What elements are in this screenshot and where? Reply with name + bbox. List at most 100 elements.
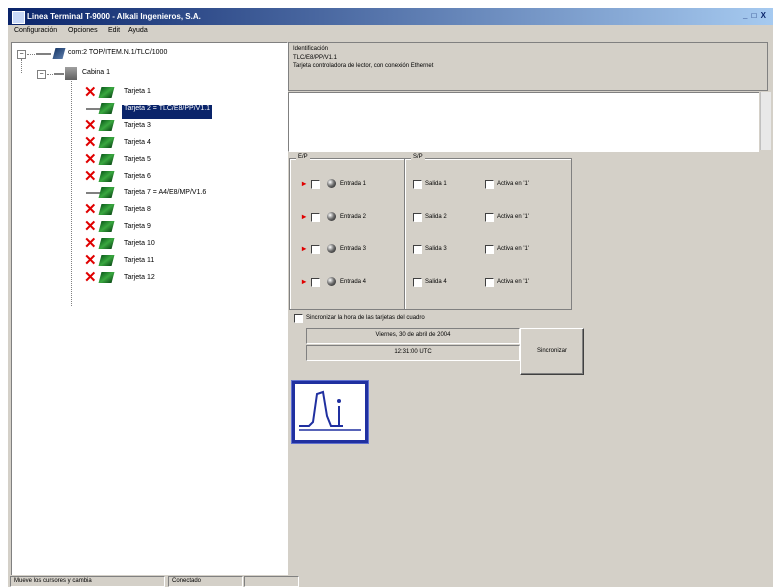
card-label: Tarjeta 7 = A4/E8/MP/V1.6 [124,189,207,196]
output-checkbox[interactable] [413,180,422,189]
active-high-checkbox[interactable] [485,245,494,254]
error-x-icon: ✕ [84,218,97,235]
inputs-group-title: E/P [296,154,310,160]
output-label: Salida 3 [425,246,447,252]
card-label: Tarjeta 9 [124,223,151,230]
output-label: Salida 2 [425,214,447,220]
red-flag-icon: ▸ [302,179,307,188]
device-tree[interactable]: − com:2 TOP/ITEM.N.1/TLC/1000 − Cabina 1… [11,42,288,576]
red-flag-icon: ▸ [302,277,307,286]
identification-heading: Identificación [293,46,329,52]
sync-checkbox[interactable] [294,314,303,323]
menu-configuracion[interactable]: Configuración [14,27,57,34]
card-label: Tarjeta 5 [124,156,151,163]
output-checkbox[interactable] [413,245,422,254]
cabinet-icon [65,67,77,80]
card-icon [98,103,115,114]
sync-checkbox-label: Sincronizar la hora de las tarjetas del … [306,315,425,321]
sync-date-field: Viernes, 30 de abril de 2004 [306,328,520,344]
red-flag-icon: ▸ [302,244,307,253]
waveform-logo-icon [299,390,361,431]
tree-cabin-label[interactable]: Cabina 1 [82,69,110,83]
status-extra [244,576,299,587]
active-high-label: Activa en '1' [497,279,529,285]
tree-line [27,54,35,55]
error-x-icon: ✕ [84,201,97,218]
card-label: Tarjeta 11 [124,257,155,264]
output-checkbox[interactable] [413,278,422,287]
input-label: Entrada 3 [340,246,367,252]
active-high-checkbox[interactable] [485,180,494,189]
input-checkbox[interactable] [311,180,320,189]
outputs-group: S/P Salida 1 Activa en '1' Salida 2 Acti… [404,154,572,310]
input-checkbox[interactable] [311,245,320,254]
sync-time-field: 12:31:00 UTC [306,345,520,361]
menu-edit[interactable]: Edit [108,27,120,34]
card-icon [98,137,115,148]
identification-code: TLC/E8/PP/V1.1 [293,55,338,61]
card-icon [98,171,115,182]
status-hint: Mueve los cursores y cambia [10,576,165,587]
title-bar[interactable]: Linea Terminal T-9000 - Alkali Ingeniero… [8,8,773,25]
card-label: Tarjeta 3 [124,122,151,129]
card-label: Tarjeta 12 [124,274,155,281]
tree-root-label[interactable]: com:2 TOP/ITEM.N.1/TLC/1000 [68,49,167,63]
input-checkbox[interactable] [311,213,320,222]
active-high-label: Activa en '1' [497,214,529,220]
input-label: Entrada 2 [340,214,367,220]
error-x-icon: ✕ [84,168,97,185]
menu-bar: Configuración Opciones Edit Ayuda [8,25,773,39]
red-flag-icon: ▸ [302,212,307,221]
active-high-label: Activa en '1' [497,246,529,252]
input-led-icon [327,277,336,286]
output-label: Salida 4 [425,279,447,285]
card-icon [98,255,115,266]
menu-opciones[interactable]: Opciones [68,27,98,34]
identification-description: Tarjeta controladora de lector, con cone… [293,63,434,69]
input-checkbox[interactable] [311,278,320,287]
identification-panel: Identificación TLC/E8/PP/V1.1 Tarjeta co… [288,42,768,91]
active-high-label: Activa en '1' [497,181,529,187]
error-x-icon: ✕ [84,252,97,269]
card-label: Tarjeta 4 [124,139,151,146]
card-icon [98,187,115,198]
active-high-checkbox[interactable] [485,278,494,287]
alkali-logo [292,381,368,443]
tree-line [71,81,72,306]
port-icon [52,48,66,59]
app-icon [12,11,25,24]
window-controls[interactable]: _ □ X [743,11,767,20]
card-icon [98,120,115,131]
output-checkbox[interactable] [413,213,422,222]
card-label: Tarjeta 2 = TLC/E8/PP/V1.1 [120,104,214,120]
card-icon [98,154,115,165]
card-icon [98,221,115,232]
input-label: Entrada 1 [340,181,367,187]
error-x-icon: ✕ [84,151,97,168]
error-x-icon: ✕ [84,134,97,151]
active-high-checkbox[interactable] [485,213,494,222]
status-bar: Mueve los cursores y cambia Conectado [8,575,773,587]
sync-button[interactable]: Sincronizar [520,328,584,375]
card-label: Tarjeta 6 [124,173,151,180]
main-window: Linea Terminal T-9000 - Alkali Ingeniero… [8,8,773,587]
card-label: Tarjeta 8 [124,206,151,213]
status-connection: Conectado [168,576,243,587]
card-label: Tarjeta 1 [124,88,151,95]
inputs-group: E/P ▸ Entrada 1 ▸ Entrada 2 ▸ Entrada 3 … [289,154,406,310]
collapse-toggle-root[interactable]: − [17,50,26,59]
error-x-icon: ✕ [84,235,97,252]
input-led-icon [327,179,336,188]
plug-icon [54,73,64,75]
vertical-scrollbar[interactable] [760,92,771,150]
error-x-icon: ✕ [84,84,97,101]
card-icon [98,238,115,249]
collapse-toggle-cabin[interactable]: − [37,70,46,79]
card-icon [98,272,115,283]
card-icon [98,204,115,215]
menu-ayuda[interactable]: Ayuda [128,27,148,34]
card-label: Tarjeta 10 [124,240,155,247]
outputs-group-title: S/P [411,154,425,160]
log-textbox[interactable] [288,92,759,152]
input-led-icon [327,244,336,253]
